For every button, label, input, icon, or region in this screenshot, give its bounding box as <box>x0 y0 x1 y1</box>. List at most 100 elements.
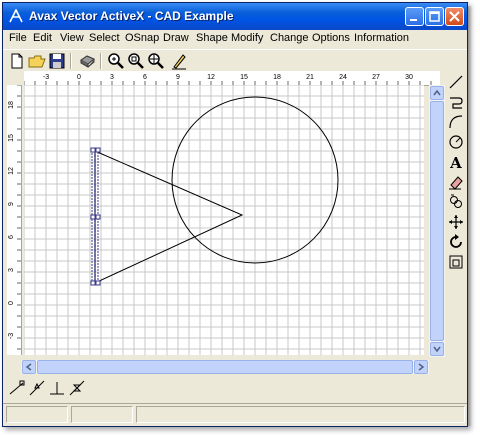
scroll-down-button[interactable] <box>430 342 444 356</box>
grip-handle[interactable] <box>90 147 96 153</box>
zoom-pan-button[interactable] <box>146 51 166 71</box>
line-icon <box>449 75 463 89</box>
toolbar-separator <box>100 53 102 69</box>
grip-handle[interactable] <box>95 214 101 220</box>
menu-information[interactable]: Information <box>354 32 409 44</box>
rotate-tool-button[interactable] <box>447 233 465 251</box>
snap-nearest-icon <box>69 380 85 396</box>
grid <box>24 85 424 355</box>
title-bar[interactable]: Avax Vector ActiveX - CAD Example <box>3 3 467 30</box>
vertical-ruler: 18 15 12 9 6 3 0 -3 <box>7 85 22 355</box>
menu-select[interactable]: Select <box>89 32 120 44</box>
ruler-label: 21 <box>306 74 314 81</box>
menu-edit[interactable]: Edit <box>33 32 52 44</box>
ruler-label: 15 <box>8 134 15 142</box>
menu-modify[interactable]: Modify <box>231 32 263 44</box>
menu-view[interactable]: View <box>60 32 84 44</box>
ruler-label: 3 <box>110 74 114 81</box>
new-file-icon <box>11 53 23 69</box>
horizontal-scroll-thumb[interactable] <box>37 360 413 374</box>
eraser-tool-button[interactable] <box>447 173 465 191</box>
avax-logo-icon <box>9 9 23 23</box>
snap-nearest-button[interactable] <box>67 378 87 398</box>
arc-icon <box>449 115 463 129</box>
eraser-icon <box>449 176 463 190</box>
menu-draw[interactable]: Draw <box>163 32 189 44</box>
circle-icon <box>449 135 463 149</box>
scale-tool-button[interactable] <box>447 253 465 271</box>
maximize-button[interactable] <box>425 7 444 26</box>
arrow-up-icon <box>433 89 441 96</box>
text-tool-button[interactable]: A <box>447 153 465 172</box>
snap-endpoint-icon <box>9 380 25 395</box>
circle-tool-button[interactable] <box>447 133 465 151</box>
copy-tool-button[interactable] <box>447 193 465 211</box>
menu-options[interactable]: Options <box>312 32 350 44</box>
ruler-label: 6 <box>8 235 15 239</box>
snap-perpendicular-icon <box>50 382 64 395</box>
grip-handle[interactable] <box>95 280 101 286</box>
ruler-label: 12 <box>8 167 15 175</box>
print-button[interactable] <box>77 51 97 71</box>
text-icon: A <box>449 154 462 172</box>
move-icon <box>449 215 463 229</box>
zoom-icon <box>108 53 124 69</box>
status-pane <box>136 406 465 423</box>
ruler-label: 6 <box>143 74 147 81</box>
zoom-window-button[interactable] <box>126 51 146 71</box>
menu-shape[interactable]: Shape <box>196 32 228 44</box>
arrow-right-icon <box>418 363 425 371</box>
ruler-label: 30 <box>405 74 413 81</box>
draw-pencil-button[interactable] <box>169 51 189 71</box>
save-disk-icon <box>49 53 65 69</box>
new-button[interactable] <box>7 51 27 71</box>
zoom-window-icon <box>128 53 144 69</box>
arc-tool-button[interactable] <box>447 113 465 131</box>
snap-midpoint-icon <box>29 380 45 396</box>
save-button[interactable] <box>47 51 67 71</box>
ruler-label: -3 <box>43 74 49 81</box>
snap-perpendicular-button[interactable] <box>47 378 67 398</box>
pencil-icon <box>172 54 186 70</box>
vertical-scrollbar[interactable] <box>429 85 445 357</box>
bottom-toolbar <box>3 376 93 400</box>
snap-midpoint-button[interactable] <box>27 378 47 398</box>
grip-handle[interactable] <box>90 280 96 286</box>
grip-handle[interactable] <box>95 147 101 153</box>
horizontal-scrollbar[interactable] <box>21 360 429 374</box>
arrow-down-icon <box>433 346 441 353</box>
menu-bar: File Edit View Select OSnap Draw Shape M… <box>3 30 467 48</box>
ruler-label: 24 <box>339 74 347 81</box>
main-toolbar <box>3 49 467 72</box>
ruler-label: 0 <box>8 301 15 305</box>
grip-handle[interactable] <box>90 214 96 220</box>
ruler-label: 15 <box>240 74 248 81</box>
line-tool-button[interactable] <box>447 73 465 91</box>
status-bar <box>3 403 467 426</box>
snap-endpoint-button[interactable] <box>7 378 27 398</box>
menu-osnap[interactable]: OSnap <box>125 32 159 44</box>
ruler-label: 18 <box>273 74 281 81</box>
ruler-label: 9 <box>176 74 180 81</box>
drawing-canvas[interactable] <box>24 85 424 355</box>
minimize-icon <box>410 19 417 21</box>
open-button[interactable] <box>27 51 47 71</box>
minimize-button[interactable] <box>405 7 424 26</box>
open-folder-icon <box>28 55 46 68</box>
ruler-label: 0 <box>77 74 81 81</box>
polyline-tool-button[interactable] <box>447 93 465 111</box>
menu-change[interactable]: Change <box>270 32 309 44</box>
ruler-label: 27 <box>372 74 380 81</box>
vertical-scroll-thumb[interactable] <box>430 101 444 341</box>
ruler-label: -3 <box>8 333 15 339</box>
horizontal-ruler: -3 0 3 6 9 12 15 18 21 24 27 30 <box>24 71 440 86</box>
scroll-right-button[interactable] <box>414 360 428 374</box>
scroll-left-button[interactable] <box>22 360 36 374</box>
move-tool-button[interactable] <box>447 213 465 231</box>
toolbar-separator <box>70 53 72 69</box>
scroll-up-button[interactable] <box>430 86 444 100</box>
menu-file[interactable]: File <box>9 32 27 44</box>
status-pane <box>71 406 133 423</box>
zoom-button[interactable] <box>106 51 126 71</box>
close-button[interactable] <box>445 7 464 26</box>
